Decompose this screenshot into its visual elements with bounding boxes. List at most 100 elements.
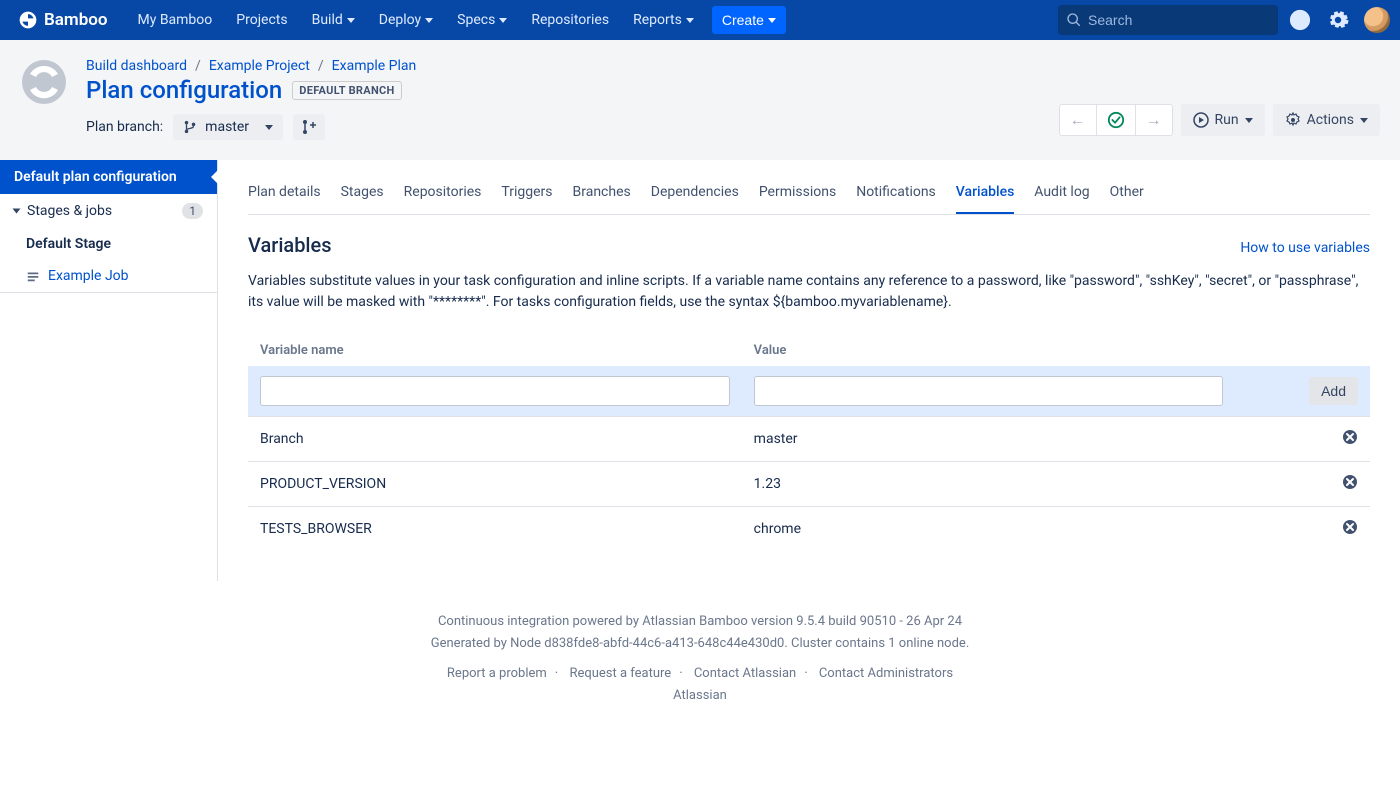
create-button[interactable]: Create (712, 6, 786, 34)
chevron-down-icon (425, 18, 433, 23)
chevron-down-icon (1245, 118, 1253, 123)
settings-button[interactable] (1322, 4, 1354, 36)
content: Plan details Stages Repositories Triggers Br… (218, 160, 1400, 581)
chevron-down-icon (499, 18, 507, 23)
page-header: Build dashboard / Example Project / Exam… (0, 40, 1400, 160)
variable-value-cell[interactable]: 1.23 (742, 462, 1236, 507)
header-main: Build dashboard / Example Project / Exam… (86, 58, 1041, 140)
add-variable-button[interactable]: Add (1309, 377, 1358, 405)
plan-icon (20, 58, 68, 106)
sidebar-item-default-config[interactable]: Default plan configuration (0, 160, 217, 194)
nav-build[interactable]: Build (300, 0, 367, 40)
create-branch-button[interactable] (293, 114, 325, 140)
delete-variable-button[interactable] (1342, 519, 1358, 535)
tab-notifications[interactable]: Notifications (856, 174, 936, 214)
gear-icon (1327, 9, 1349, 31)
breadcrumb-plan[interactable]: Example Plan (332, 58, 417, 74)
nav-projects[interactable]: Projects (224, 0, 299, 40)
branch-value: master (205, 119, 249, 135)
variable-input-row: Add (248, 366, 1370, 417)
footer-atlassian[interactable]: Atlassian (673, 688, 727, 703)
variables-table: Variable name Value Add BranchmasterPROD… (248, 335, 1370, 551)
footer: Continuous integration powered by Atlass… (0, 581, 1400, 737)
nav-deploy[interactable]: Deploy (367, 0, 445, 40)
delete-icon (1342, 474, 1358, 490)
play-icon (1193, 112, 1209, 128)
search-icon (1066, 12, 1082, 28)
tab-triggers[interactable]: Triggers (501, 174, 552, 214)
user-avatar[interactable] (1364, 7, 1390, 33)
sidebar-stage-name[interactable]: Default Stage (0, 228, 217, 260)
breadcrumb-project[interactable]: Example Project (209, 58, 310, 74)
variable-name-cell[interactable]: TESTS_BROWSER (248, 507, 742, 552)
variable-value-cell[interactable]: master (742, 417, 1236, 462)
variable-value-cell[interactable]: chrome (742, 507, 1236, 552)
actions-button[interactable]: Actions (1273, 104, 1380, 136)
sidebar: Default plan configuration Stages & jobs… (0, 160, 218, 581)
tabs: Plan details Stages Repositories Triggers Br… (248, 174, 1370, 215)
build-status-button[interactable] (1096, 105, 1135, 135)
variable-name-input[interactable] (260, 376, 730, 406)
run-button[interactable]: Run (1181, 104, 1265, 136)
chevron-down-icon (768, 18, 776, 23)
tab-dependencies[interactable]: Dependencies (651, 174, 739, 214)
help-button[interactable] (1284, 4, 1316, 36)
page-title[interactable]: Plan configuration (86, 76, 282, 104)
delete-icon (1342, 519, 1358, 535)
breadcrumb: Build dashboard / Example Project / Exam… (86, 58, 1041, 74)
footer-contact-atlassian[interactable]: Contact Atlassian (694, 666, 796, 681)
tab-variables[interactable]: Variables (956, 174, 1014, 214)
tab-other[interactable]: Other (1110, 174, 1144, 214)
next-build-button[interactable]: → (1135, 105, 1172, 135)
footer-report-problem[interactable]: Report a problem (447, 666, 547, 681)
variable-row: Branchmaster (248, 417, 1370, 462)
variable-row: TESTS_BROWSERchrome (248, 507, 1370, 552)
chevron-down-icon (686, 18, 694, 23)
variable-name-cell[interactable]: PRODUCT_VERSION (248, 462, 742, 507)
nav-repositories[interactable]: Repositories (519, 0, 621, 40)
delete-icon (1342, 429, 1358, 445)
arrow-right-icon: → (1146, 110, 1162, 130)
chevron-down-icon (265, 125, 273, 130)
bamboo-icon (18, 10, 38, 30)
nav-specs[interactable]: Specs (445, 0, 519, 40)
branch-select[interactable]: master (173, 114, 283, 140)
default-branch-badge: DEFAULT BRANCH (292, 81, 401, 100)
nav-mybamboo[interactable]: My Bamboo (126, 0, 225, 40)
footer-request-feature[interactable]: Request a feature (569, 666, 671, 681)
job-icon (26, 269, 40, 283)
variable-value-input[interactable] (754, 376, 1224, 406)
build-nav-group: ← → (1059, 104, 1173, 136)
nav-reports[interactable]: Reports (621, 0, 706, 40)
success-icon (1107, 111, 1125, 129)
tab-plan-details[interactable]: Plan details (248, 174, 321, 214)
stages-count-badge: 1 (182, 203, 203, 219)
how-to-use-link[interactable]: How to use variables (1240, 240, 1370, 256)
col-variable-name: Variable name (248, 335, 742, 366)
tab-stages[interactable]: Stages (341, 174, 384, 214)
tab-repositories[interactable]: Repositories (404, 174, 482, 214)
breadcrumb-dashboard[interactable]: Build dashboard (86, 58, 187, 74)
prev-build-button[interactable]: ← (1060, 105, 1096, 135)
search-input[interactable] (1088, 12, 1270, 28)
tab-permissions[interactable]: Permissions (759, 174, 836, 214)
chevron-down-icon (1360, 118, 1368, 123)
body: Default plan configuration Stages & jobs… (0, 160, 1400, 581)
variables-heading: Variables (248, 233, 332, 257)
col-value: Value (742, 335, 1236, 366)
app-logo[interactable]: Bamboo (10, 10, 116, 30)
delete-variable-button[interactable] (1342, 474, 1358, 490)
search-box[interactable] (1058, 5, 1278, 35)
app-name: Bamboo (44, 10, 108, 30)
arrow-left-icon: ← (1070, 110, 1086, 130)
delete-variable-button[interactable] (1342, 429, 1358, 445)
tab-audit-log[interactable]: Audit log (1034, 174, 1089, 214)
branch-plus-icon (301, 119, 317, 135)
variables-description: Variables substitute values in your task… (248, 271, 1370, 313)
caret-down-icon (13, 209, 21, 214)
variable-name-cell[interactable]: Branch (248, 417, 742, 462)
footer-contact-admins[interactable]: Contact Administrators (819, 666, 953, 681)
tab-branches[interactable]: Branches (573, 174, 631, 214)
sidebar-job-item[interactable]: Example Job (0, 260, 217, 292)
sidebar-item-stages-jobs[interactable]: Stages & jobs 1 (0, 194, 217, 228)
